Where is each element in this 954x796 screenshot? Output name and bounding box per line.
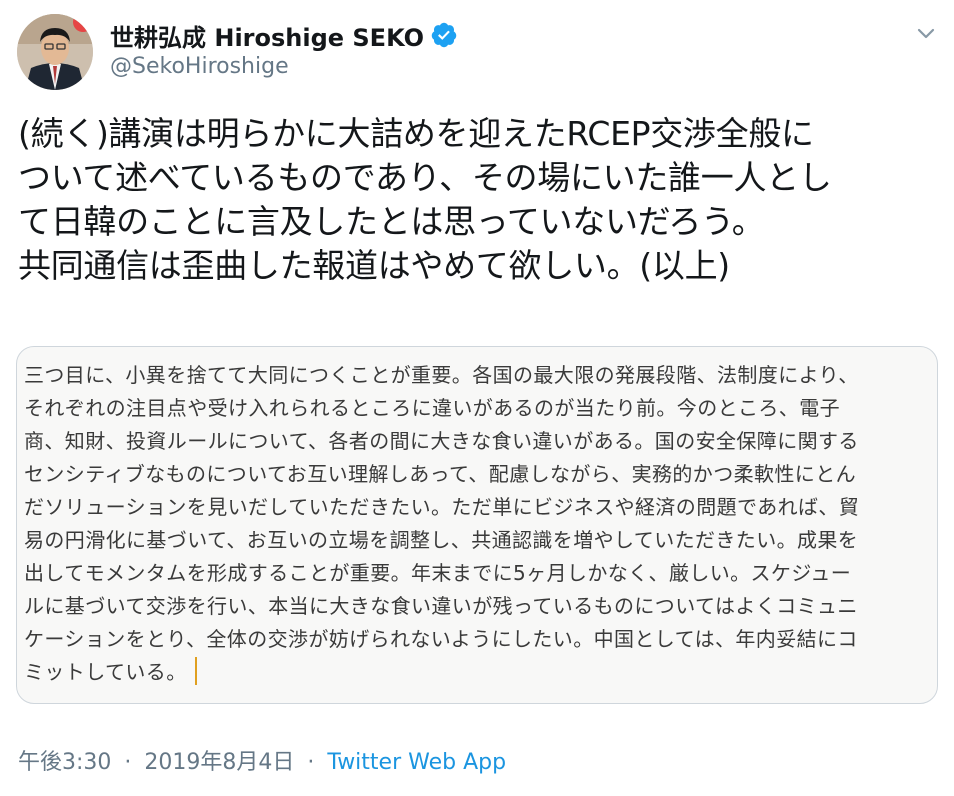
tweet-text-line: ついて述べているものであり、その場にいた誰一人とし (18, 158, 832, 197)
image-text-line: 易の円滑化に基づいて、お互いの立場を調整し、共通認識を増やしていただきたい。成果… (24, 528, 859, 552)
image-text-line: 出してモメンタムを形成することが重要。年末までに5ヶ月しかなく、厳しい。スケジュ… (24, 561, 852, 585)
image-text-line: ケーションをとり、全体の交渉が妨げられないようにしたい。中国としては、年内妥結に… (24, 627, 858, 651)
meta-separator: · (307, 750, 315, 775)
text-cursor (194, 657, 197, 685)
image-text-line: それぞれの注目点や受け入れられるところに違いがあるのが当たり前。今のところ、電子 (24, 396, 840, 420)
tweet-source-link[interactable]: Twitter Web App (327, 750, 506, 775)
image-text-line: だソリューションを見いだしていただきたい。ただ単にビジネスや経済の問題であれば、… (24, 495, 860, 519)
tweet-time[interactable]: 午後3:30 (18, 750, 111, 775)
image-text-line: センシティブなものについてお互い理解しあって、配慮しながら、実務的かつ柔軟性にと… (24, 462, 856, 486)
display-name[interactable]: 世耕弘成 Hiroshige SEKO (110, 18, 458, 52)
image-text-line-last: ミットしている。 (24, 656, 936, 689)
image-text-line: ルに基づいて交渉を行い、本当に大きな食い違いが残っているものについてはよくコミュ… (24, 594, 858, 618)
tweet-text-line: (続く)講演は明らかに大詰めを迎えたRCEP交渉全般に (18, 114, 814, 153)
user-handle[interactable]: @SekoHiroshige (110, 54, 289, 79)
attached-image-text: 三つ目に、小異を捨てて大同につくことが重要。各国の最大限の発展段階、法制度により… (24, 359, 936, 689)
chevron-down-icon[interactable] (913, 22, 939, 44)
avatar[interactable] (17, 14, 93, 90)
tweet-date[interactable]: 2019年8月4日 (144, 750, 294, 775)
tweet-meta: 午後3:30 · 2019年8月4日 · Twitter Web App (18, 744, 506, 776)
tweet-text: (続く)講演は明らかに大詰めを迎えたRCEP交渉全般に ついて述べているものであ… (18, 112, 948, 288)
image-text-line: 商、知財、投資ルールについて、各者の間に大きな食い違いがある。国の安全保障に関す… (24, 429, 859, 453)
tweet: 世耕弘成 Hiroshige SEKO @SekoHiroshige (続く)講… (0, 0, 954, 796)
attached-image-card[interactable]: 三つ目に、小異を捨てて大同につくことが重要。各国の最大限の発展段階、法制度により… (16, 346, 938, 704)
meta-separator: · (124, 750, 132, 775)
verified-badge-icon (430, 21, 458, 49)
image-text-line: ミットしている。 (24, 660, 187, 684)
tweet-text-line: て日韓のことに言及したとは思っていないだろう。 (18, 202, 765, 241)
image-text-line: 三つ目に、小異を捨てて大同につくことが重要。各国の最大限の発展段階、法制度により… (24, 363, 859, 387)
display-name-text[interactable]: 世耕弘成 Hiroshige SEKO (110, 18, 424, 53)
tweet-text-line: 共同通信は歪曲した報道はやめて欲しい。(以上) (18, 246, 730, 285)
